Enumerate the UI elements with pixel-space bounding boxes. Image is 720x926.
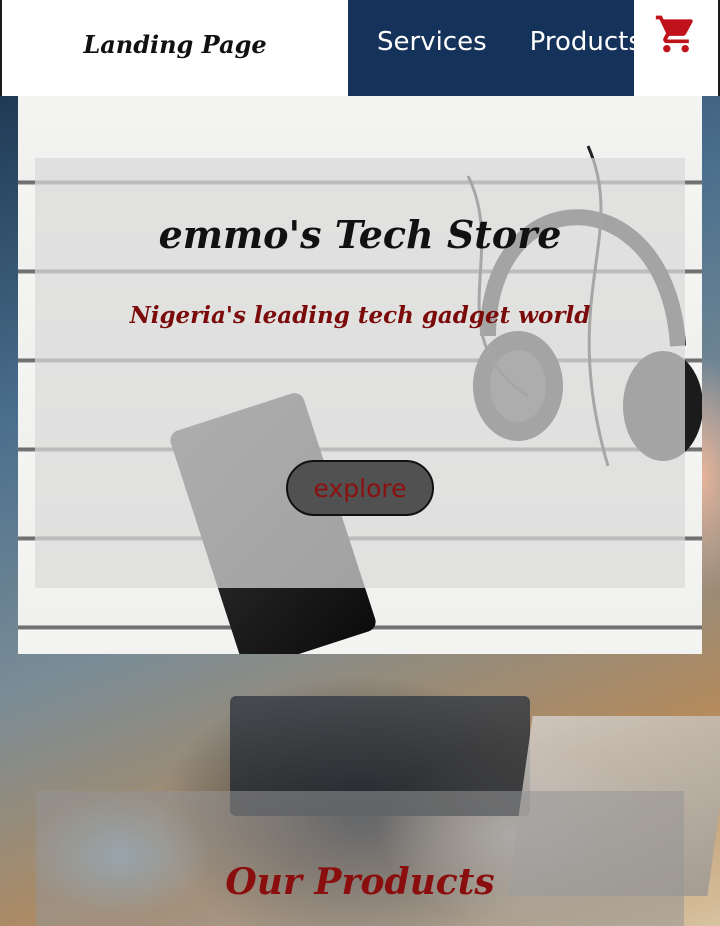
products-title: Our Products: [225, 861, 495, 903]
hero-section: emmo's Tech Store Nigeria's leading tech…: [18, 96, 702, 654]
nav-links: Services Products: [348, 0, 642, 96]
page: Landing Page Services Products emmo's Te…: [0, 0, 720, 926]
explore-button[interactable]: explore: [286, 460, 434, 516]
shopping-cart-icon[interactable]: [652, 10, 700, 58]
site-logo[interactable]: Landing Page: [62, 0, 288, 88]
hero-subtitle: Nigeria's leading tech gadget world: [129, 302, 591, 329]
hero-card: emmo's Tech Store Nigeria's leading tech…: [35, 158, 685, 588]
nav-link-products[interactable]: Products: [530, 27, 642, 57]
products-section: Our Products: [36, 791, 684, 926]
hero-title: emmo's Tech Store: [158, 212, 562, 257]
top-nav: Landing Page Services Products: [0, 0, 720, 96]
nav-link-services[interactable]: Services: [377, 27, 487, 57]
